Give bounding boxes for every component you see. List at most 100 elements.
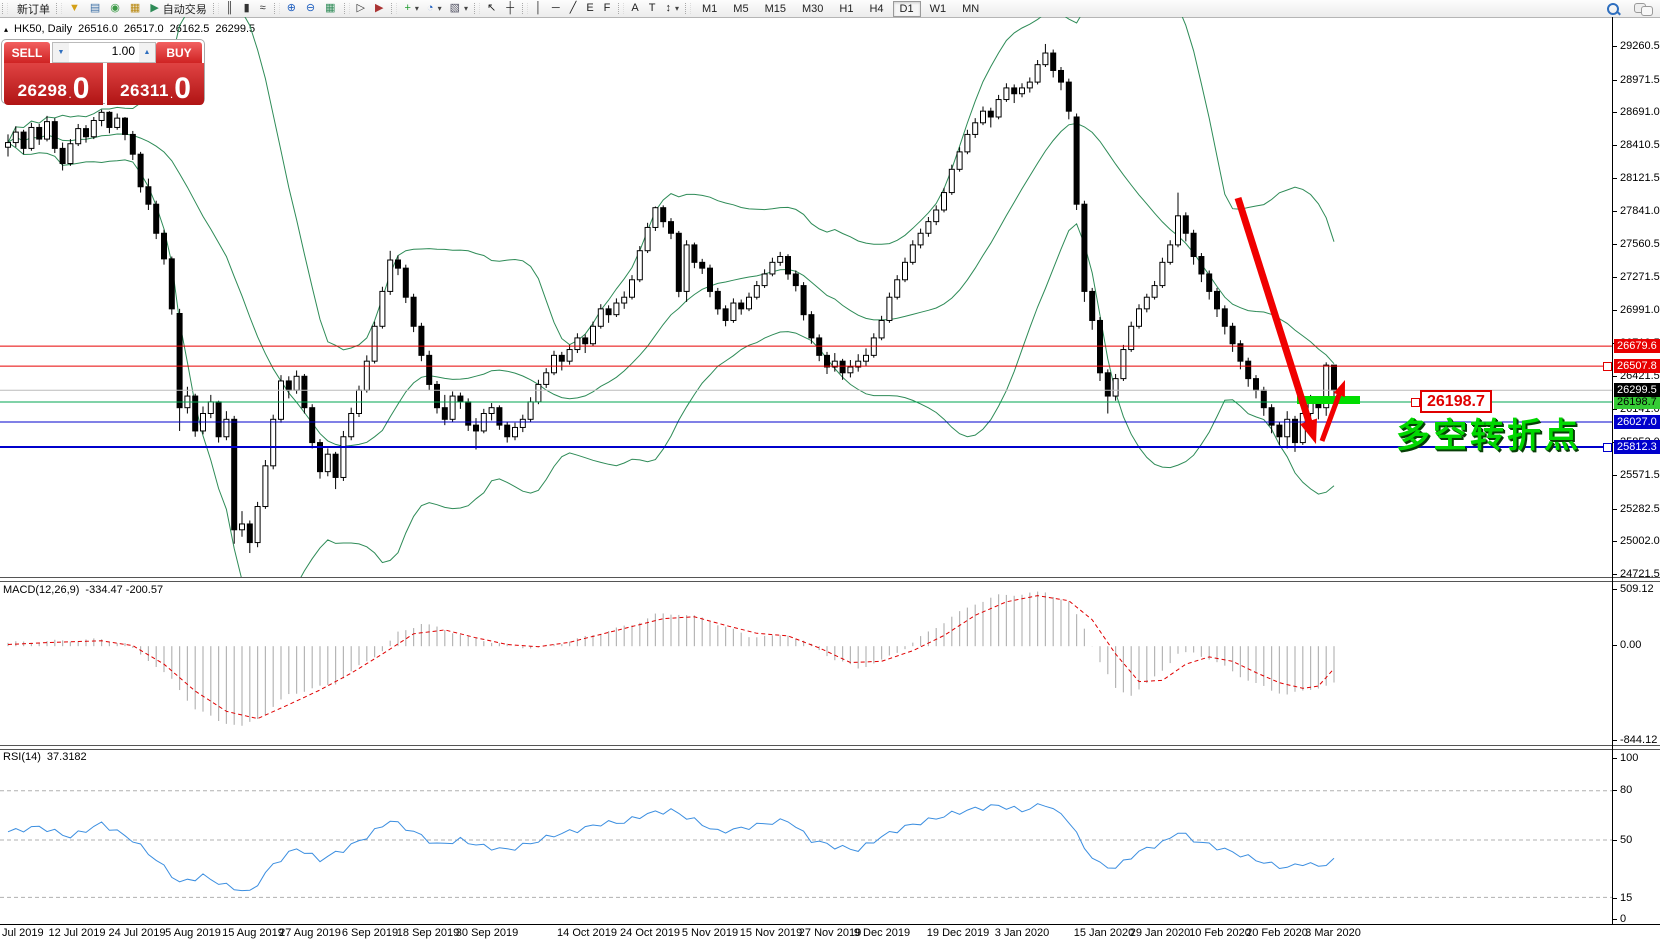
main-chart-canvas[interactable]	[0, 17, 1612, 577]
axis-tick	[1613, 790, 1617, 791]
volume-decrease-button[interactable]: ▼	[53, 43, 69, 62]
line-chart-icon[interactable]: ≈	[256, 1, 272, 16]
arrows-tool-icon-dropdown[interactable]: ▾	[675, 4, 679, 13]
line-handle[interactable]	[1603, 443, 1612, 452]
timeframe-m5[interactable]: M5	[726, 1, 755, 17]
candle	[349, 414, 354, 437]
axis-tick-label: 29260.5	[1620, 40, 1660, 52]
terminal-icon[interactable]: ▤	[86, 1, 106, 16]
candle	[708, 268, 713, 291]
candle	[731, 303, 736, 320]
timeframe-m15[interactable]: M15	[758, 1, 793, 17]
date-label: 5 Aug 2019	[165, 927, 221, 939]
sell-price[interactable]: 26298.0	[4, 63, 103, 105]
candle	[411, 297, 416, 326]
signals-icon[interactable]: ◉	[106, 1, 126, 16]
search-icon[interactable]	[1606, 2, 1620, 16]
candle	[544, 373, 549, 385]
timeframe-w1[interactable]: W1	[923, 1, 954, 17]
buy-button[interactable]: BUY	[156, 42, 202, 63]
candle	[91, 120, 96, 136]
candle	[279, 381, 284, 419]
axis-label-26679.6[interactable]: 26679.6	[1614, 339, 1660, 353]
chart-shift-icon[interactable]: ▶	[371, 1, 389, 16]
date-label: 10 Feb 2020	[1189, 927, 1251, 939]
candle	[310, 408, 315, 443]
funnel-icon[interactable]: ▼	[65, 1, 86, 16]
sell-button[interactable]: SELL	[4, 42, 50, 63]
periods-icon[interactable]: ◔▾	[423, 1, 446, 16]
candle	[380, 291, 385, 326]
arrows-tool-icon[interactable]: ↕▾	[661, 1, 683, 16]
fibonacci-icon[interactable]: F	[600, 1, 617, 16]
timeframe-h1[interactable]: H1	[832, 1, 860, 17]
axis-tick	[1613, 740, 1617, 741]
channel-icon[interactable]: E	[582, 1, 599, 16]
templates-icon[interactable]: ▧▾	[446, 1, 472, 16]
axis-tick	[1613, 589, 1617, 590]
autotrading-button: ▶	[150, 3, 158, 14]
turning-point-annotation[interactable]: 多空转折点	[1396, 408, 1581, 457]
buy-price[interactable]: 26311.0	[105, 63, 204, 105]
candle	[801, 286, 806, 315]
line-handle[interactable]	[1603, 362, 1612, 371]
rsi-pane-canvas[interactable]	[0, 748, 1612, 923]
candle	[442, 408, 447, 420]
periods-icon-dropdown[interactable]: ▾	[438, 4, 442, 13]
vertical-line-icon[interactable]: │	[531, 1, 548, 16]
date-label: Jul 2019	[2, 927, 44, 939]
candle	[552, 355, 557, 372]
text-label-icon: T	[649, 3, 656, 14]
axis-label-25812.3[interactable]: 25812.3	[1614, 440, 1660, 454]
horizontal-line-icon: ─	[552, 3, 560, 14]
line-handle[interactable]	[1411, 398, 1420, 407]
timeframe-m1[interactable]: M1	[695, 1, 724, 17]
candle	[52, 122, 57, 149]
text-icon[interactable]: A	[627, 1, 644, 16]
rsi-label: RSI(14)37.3182	[3, 751, 87, 763]
indicators-icon-dropdown[interactable]: ▾	[415, 4, 419, 13]
new-order-button[interactable]: 新订单	[11, 1, 54, 16]
chat-icon[interactable]	[1634, 3, 1652, 15]
axis-tick	[1613, 211, 1617, 212]
macd-pane-canvas[interactable]	[0, 581, 1612, 745]
candle	[146, 187, 151, 204]
axis-tick-label: 50	[1620, 834, 1632, 846]
line-chart-icon: ≈	[260, 3, 266, 14]
axis-label-26027.0[interactable]: 26027.0	[1614, 415, 1660, 429]
axis-label-26507.8[interactable]: 26507.8	[1614, 359, 1660, 373]
tile-windows-icon[interactable]: ▦	[321, 1, 341, 16]
bar-chart-icon[interactable]: ║	[222, 1, 240, 16]
timeframe-d1[interactable]: D1	[893, 1, 921, 17]
one-click-trading-panel: SELL ▼ 1.00 ▲ BUY 26298.0 26311.0	[2, 40, 204, 103]
candle	[630, 280, 635, 297]
text-label-icon[interactable]: T	[645, 1, 662, 16]
date-axis[interactable]: Jul 201912 Jul 201924 Jul 20195 Aug 2019…	[0, 924, 1660, 940]
crosshair-icon[interactable]: ┼	[502, 1, 520, 16]
candle	[817, 338, 822, 355]
horizontal-line-icon[interactable]: ─	[548, 1, 566, 16]
volume-increase-button[interactable]: ▲	[139, 43, 155, 62]
timeframe-mn[interactable]: MN	[955, 1, 986, 17]
autotrading-button[interactable]: ▶自动交易	[146, 1, 210, 16]
templates-icon-dropdown[interactable]: ▾	[464, 4, 468, 13]
auto-scroll-icon[interactable]: ▷	[353, 1, 371, 16]
price-axis[interactable]: 29260.528971.528691.028410.528121.527841…	[1612, 17, 1660, 924]
zoom-out-icon[interactable]: ⊖	[302, 1, 321, 16]
axis-tick	[1613, 277, 1617, 278]
volume-value[interactable]: 1.00	[69, 43, 139, 62]
zoom-in-icon[interactable]: ⊕	[283, 1, 302, 16]
timeframe-m30[interactable]: M30	[795, 1, 830, 17]
terminal-icon: ▤	[90, 3, 100, 14]
timeframe-h4[interactable]: H4	[862, 1, 890, 17]
trendline-icon[interactable]: ╱	[566, 1, 583, 16]
axis-label-current-price[interactable]: 26299.5	[1614, 383, 1660, 397]
indicators-icon[interactable]: +▾	[400, 1, 422, 16]
toolbar-group-handle	[618, 3, 624, 14]
candlestick-chart-icon[interactable]: ▮	[240, 1, 256, 16]
axis-tick-label: 26991.0	[1620, 304, 1660, 316]
candle	[60, 148, 65, 163]
market-watch-icon[interactable]: ▦	[126, 1, 146, 16]
date-label: 24 Jul 2019	[109, 927, 166, 939]
cursor-icon[interactable]: ↖	[483, 1, 502, 16]
